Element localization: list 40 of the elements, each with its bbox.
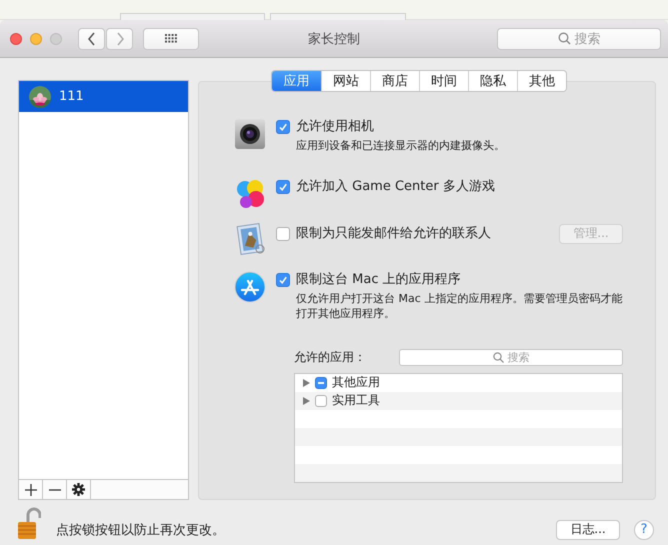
search-icon xyxy=(492,352,504,363)
log-button[interactable]: 日志... xyxy=(556,520,620,540)
chevron-right-icon xyxy=(114,32,124,46)
user-item[interactable]: 111 xyxy=(19,81,188,112)
checkmark-icon xyxy=(278,182,288,192)
app-category: 实用工具 xyxy=(332,392,380,410)
option-label: 限制为只能发邮件给允许的联系人 xyxy=(296,226,491,242)
search-icon xyxy=(558,32,570,45)
lock-hint: 点按锁按钮以防止再次更改。 xyxy=(56,522,225,538)
option-label: 允许加入 Game Center 多人游戏 xyxy=(296,178,495,195)
window-title: 家长控制 xyxy=(308,32,360,46)
checkbox[interactable] xyxy=(315,394,327,407)
tab[interactable]: 其他 xyxy=(517,71,566,91)
show-all-button[interactable] xyxy=(143,28,199,50)
checkbox[interactable] xyxy=(276,226,290,241)
help-button[interactable]: ? xyxy=(634,520,654,540)
checkmark-icon xyxy=(278,122,288,132)
minus-icon xyxy=(48,488,60,490)
checkbox[interactable] xyxy=(276,180,290,194)
grid-icon xyxy=(165,34,177,43)
app-store-icon xyxy=(234,270,266,303)
option-description: 应用到设备和已连接显示器的内建摄像头。 xyxy=(296,138,506,153)
option-label: 允许使用相机 xyxy=(296,118,374,135)
close-button[interactable] xyxy=(10,32,22,44)
checkmark-icon xyxy=(278,274,288,285)
chevron-left-icon xyxy=(86,32,96,46)
option-label: 限制这台 Mac 上的应用程序 xyxy=(296,272,461,288)
settings-icon xyxy=(72,483,85,496)
lock-icon[interactable] xyxy=(17,506,41,540)
plus-icon xyxy=(24,484,36,496)
option-description: 仅允许用户打开这台 Mac 上指定的应用程序。需要管理员密码才能打开其他应用程序。 xyxy=(296,290,624,321)
checkbox[interactable] xyxy=(276,272,290,287)
colored-circles-icon xyxy=(234,178,266,210)
user-name: 111 xyxy=(59,89,84,104)
camera-icon xyxy=(234,118,266,150)
checkbox[interactable] xyxy=(276,120,290,134)
checkbox[interactable] xyxy=(315,376,327,389)
app-category: 其他应用 xyxy=(332,374,380,392)
back-button[interactable] xyxy=(78,28,105,50)
allowed-apps-label: 允许的应用： xyxy=(294,348,366,366)
